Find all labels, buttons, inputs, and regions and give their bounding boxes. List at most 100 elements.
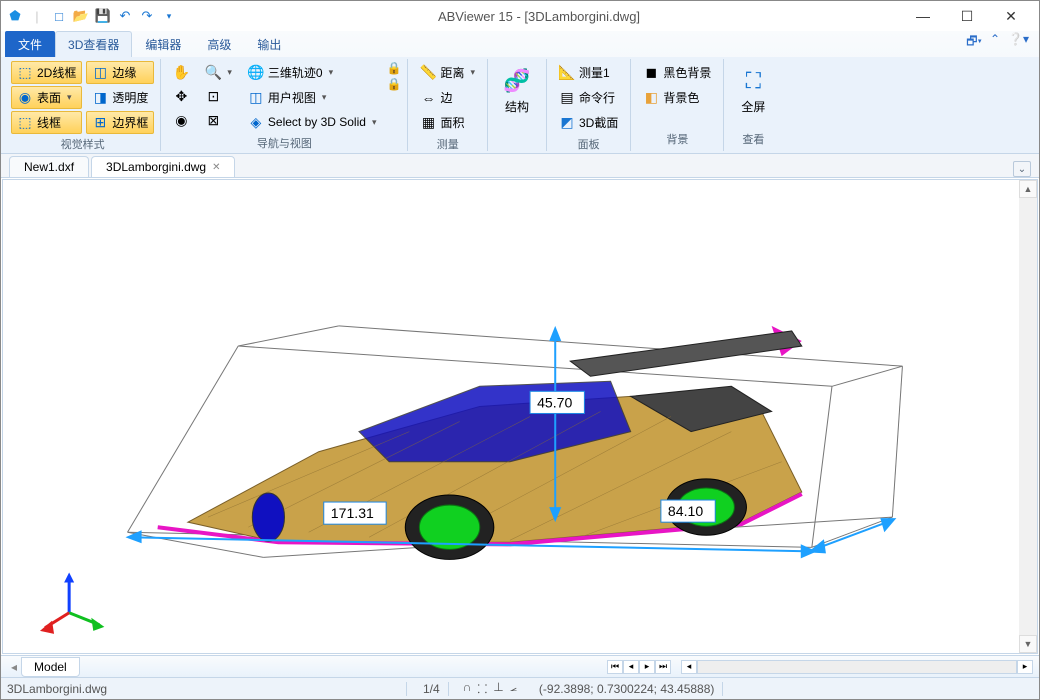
qat-dropdown-icon[interactable]: ▾: [161, 8, 177, 24]
btn-icon5[interactable]: ⊡: [199, 85, 238, 107]
btn-select3d[interactable]: ◈Select by 3D Solid▾: [242, 111, 383, 133]
doctab-3dlamborgini[interactable]: 3DLamborgini.dwg✕: [91, 156, 235, 177]
btn-transparency[interactable]: ◨透明度: [86, 86, 154, 109]
doctab-options[interactable]: ⌄: [1013, 161, 1031, 177]
btn-fullscreen[interactable]: ⛶ 全屏: [730, 61, 776, 120]
fullscreen-icon: ⛶: [746, 66, 761, 96]
horizontal-scrollbar[interactable]: ⏮ ◂ ▸ ⏭: [607, 660, 671, 674]
btn-bg-color[interactable]: ◧背景色: [637, 86, 717, 109]
dim-height: 45.70: [537, 394, 572, 410]
cube-icon: ◫: [92, 65, 108, 81]
btn-icon4[interactable]: 🔍▾: [199, 61, 238, 83]
tab-first-icon[interactable]: ◂: [7, 660, 21, 674]
btn-orbit[interactable]: 🌐三维轨迹0▾: [242, 61, 383, 84]
tab-advanced[interactable]: 高级: [194, 31, 244, 57]
status-filename: 3DLamborgini.dwg: [7, 682, 407, 696]
group-label: [494, 145, 540, 149]
btn-icon6[interactable]: ⊠: [199, 109, 238, 131]
group-view: ⛶ 全屏 查看: [724, 59, 782, 151]
camera-icon: ⊠: [205, 112, 221, 128]
hscroll-right-icon[interactable]: ▸: [1017, 660, 1033, 674]
document-tabs: New1.dxf 3DLamborgini.dwg✕ ⌄: [1, 154, 1039, 178]
btn-icon2[interactable]: ✥: [167, 85, 195, 107]
btn-distance[interactable]: 📏距离▾: [414, 61, 481, 84]
scroll-up-icon[interactable]: ▲: [1019, 180, 1037, 198]
cube-icon: ⬚: [17, 65, 33, 81]
angle-icon[interactable]: ⦟: [510, 680, 517, 697]
grid-icon[interactable]: ⸬: [477, 680, 487, 697]
save-icon[interactable]: 💾: [95, 8, 111, 24]
close-icon[interactable]: ✕: [212, 162, 220, 173]
lock-icon[interactable]: 🔒: [386, 77, 401, 91]
minimize-button[interactable]: —: [901, 2, 945, 30]
group-label: 测量: [414, 134, 481, 154]
btn-icon1[interactable]: ✋: [167, 61, 195, 83]
group-structure: 🧬 结构: [488, 59, 547, 151]
tab-nav-next-icon[interactable]: ▸: [639, 660, 655, 674]
tab-model[interactable]: Model: [21, 657, 80, 677]
lock-icon[interactable]: 🔒: [386, 61, 401, 75]
tab-output[interactable]: 输出: [244, 31, 294, 57]
btn-surface[interactable]: ◉表面▾: [11, 86, 82, 109]
status-page: 1/4: [415, 682, 449, 696]
magnet-icon[interactable]: ∩: [463, 680, 472, 697]
tab-editor[interactable]: 编辑器: [132, 31, 194, 57]
terminal-icon: ▤: [559, 90, 575, 106]
btn-bbox[interactable]: ⊞边界框: [86, 111, 154, 134]
btn-black-bg[interactable]: ◼黑色背景: [637, 61, 717, 84]
axis-gizmo: [40, 572, 104, 633]
orbit-icon: 🌐: [248, 65, 264, 81]
tab-file[interactable]: 文件: [5, 31, 55, 57]
btn-cmdline[interactable]: ▤命令行: [553, 86, 624, 109]
maximize-button[interactable]: ☐: [945, 2, 989, 30]
cube-icon: ◈: [248, 114, 264, 130]
quick-access-toolbar: ⬟ | □ 📂 💾 ↶ ↷ ▾: [7, 8, 177, 24]
redo-icon[interactable]: ↷: [139, 8, 155, 24]
collapse-ribbon-icon[interactable]: ⌃: [990, 32, 1000, 53]
group-visual-style: ⬚2D线框 ◉表面▾ ⬚线框 ◫边缘 ◨透明度 ⊞边界框 视觉样式: [5, 59, 161, 151]
tab-nav-last-icon[interactable]: ⏭: [655, 660, 671, 674]
3d-viewport[interactable]: 45.70 171.31 84.10 ▲ ▼: [2, 179, 1038, 654]
cube-icon[interactable]: ⬟: [7, 8, 23, 24]
zoom-icon: 🔍: [205, 64, 221, 80]
btn-edges[interactable]: ◫边缘: [86, 61, 154, 84]
btn-wireframe[interactable]: ⬚线框: [11, 111, 82, 134]
hscroll-left-icon[interactable]: ◂: [681, 660, 697, 674]
group-label: 面板: [553, 134, 624, 154]
cube-icon: ⬚: [17, 115, 33, 131]
btn-edge[interactable]: ⇔边: [414, 86, 481, 109]
app-options-icon[interactable]: 🗗▾: [966, 32, 982, 53]
tab-nav-prev-icon[interactable]: ◂: [623, 660, 639, 674]
open-icon[interactable]: 📂: [73, 8, 89, 24]
cylinder-icon: ◉: [17, 90, 33, 106]
tab-nav-first-icon[interactable]: ⏮: [607, 660, 623, 674]
3d-scene: 45.70 171.31 84.10: [3, 180, 1037, 653]
btn-structure[interactable]: 🧬 结构: [494, 61, 540, 120]
close-button[interactable]: ✕: [989, 2, 1033, 30]
btn-measure-panel[interactable]: 📐测量1: [553, 61, 624, 84]
tab-3dviewer[interactable]: 3D查看器: [55, 31, 132, 57]
group-navigation: ✋ ✥ ◉ 🔍▾ ⊡ ⊠ 🌐三维轨迹0▾ ◫用户视图▾ ◈Select by 3…: [161, 59, 408, 151]
perp-icon[interactable]: ⊥: [493, 680, 503, 697]
black-square-icon: ◼: [643, 65, 659, 81]
scroll-down-icon[interactable]: ▼: [1019, 635, 1037, 653]
title-bar: ⬟ | □ 📂 💾 ↶ ↷ ▾ ABViewer 15 - [3DLamborg…: [1, 1, 1039, 31]
undo-icon[interactable]: ↶: [117, 8, 133, 24]
group-label: 导航与视图: [167, 133, 401, 153]
new-icon[interactable]: □: [51, 8, 67, 24]
group-label: 视觉样式: [11, 134, 154, 154]
help-icon[interactable]: ❔▾: [1008, 32, 1029, 53]
group-measure: 📏距离▾ ⇔边 ▦面积 测量: [408, 59, 488, 151]
group-label: 背景: [637, 129, 717, 149]
doctab-new1[interactable]: New1.dxf: [9, 156, 89, 177]
btn-2d-wireframe[interactable]: ⬚2D线框: [11, 61, 82, 84]
dna-icon: 🧬: [503, 66, 530, 96]
btn-3dsection[interactable]: ◩3D截面: [553, 111, 624, 134]
vertical-scrollbar[interactable]: ▲ ▼: [1019, 180, 1037, 653]
status-coords: (-92.3898; 0.7300224; 43.45888): [531, 682, 723, 696]
btn-area[interactable]: ▦面积: [414, 111, 481, 134]
btn-userview[interactable]: ◫用户视图▾: [242, 86, 383, 109]
group-background: ◼黑色背景 ◧背景色 背景: [631, 59, 724, 151]
window-title: ABViewer 15 - [3DLamborgini.dwg]: [177, 9, 901, 24]
btn-icon3[interactable]: ◉: [167, 109, 195, 131]
